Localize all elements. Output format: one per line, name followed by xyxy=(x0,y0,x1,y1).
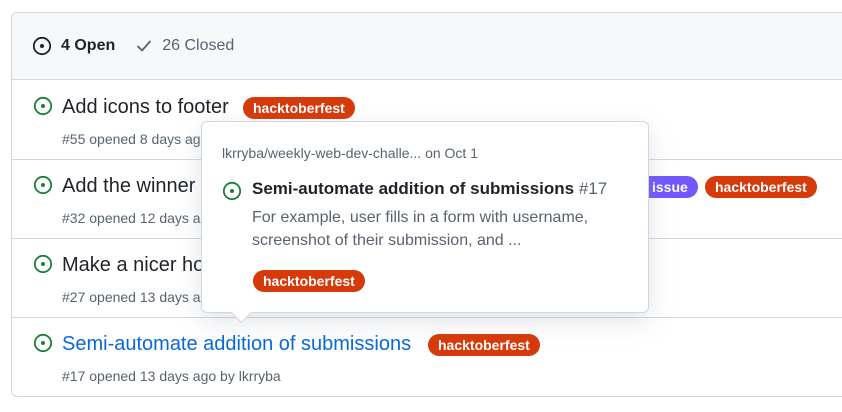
issue-title[interactable]: Make a nicer ho xyxy=(62,254,204,277)
issue-open-icon xyxy=(32,36,52,56)
label-hacktoberfest[interactable]: hacktoberfest xyxy=(428,334,540,356)
issue-title[interactable]: Add the winner xyxy=(62,175,195,198)
closed-issues-label: 26 Closed xyxy=(162,37,235,54)
hovercard-body: For example, user fills in a form with u… xyxy=(252,209,589,249)
issues-list-header: 4 Open 26 Closed xyxy=(12,13,842,80)
issue-open-icon xyxy=(222,181,242,201)
hovercard-issue-number: #17 xyxy=(578,179,608,198)
issue-open-icon xyxy=(33,96,53,116)
hovercard-repo[interactable]: lkrryba/weekly-web-dev-challe... on Oct … xyxy=(222,145,478,161)
issue-hovercard: lkrryba/weekly-web-dev-challe... on Oct … xyxy=(201,121,649,324)
issue-title[interactable]: Add icons to footer xyxy=(62,96,229,119)
closed-issues-filter[interactable]: 26 Closed xyxy=(135,37,234,55)
check-icon xyxy=(137,40,152,52)
hovercard-title-text: Semi-automate addition of submissions xyxy=(252,179,575,198)
label-hacktoberfest[interactable]: hacktoberfest xyxy=(705,176,817,198)
issue-title[interactable]: Semi-automate addition of submissions xyxy=(62,333,411,356)
open-issues-label: 4 Open xyxy=(61,37,116,54)
issue-meta: #17 opened 13 days ago by lkrryba xyxy=(62,368,281,384)
label-hacktoberfest[interactable]: hacktoberfest xyxy=(243,97,355,119)
issue-meta: #27 opened 13 days ago xyxy=(62,289,217,305)
label-hacktoberfest[interactable]: hacktoberfest xyxy=(253,270,365,292)
hovercard-title[interactable]: Semi-automate addition of submissions #1… xyxy=(252,179,607,199)
issue-row[interactable]: Semi-automate addition of submissions ha… xyxy=(12,318,842,396)
issue-open-icon xyxy=(33,254,53,274)
issue-meta: #32 opened 12 days ago xyxy=(62,210,217,226)
issue-meta: #55 opened 8 days ago xyxy=(62,131,209,147)
open-issues-filter[interactable]: 4 Open xyxy=(32,36,115,56)
issue-open-icon xyxy=(33,333,53,353)
issue-open-icon xyxy=(33,175,53,195)
